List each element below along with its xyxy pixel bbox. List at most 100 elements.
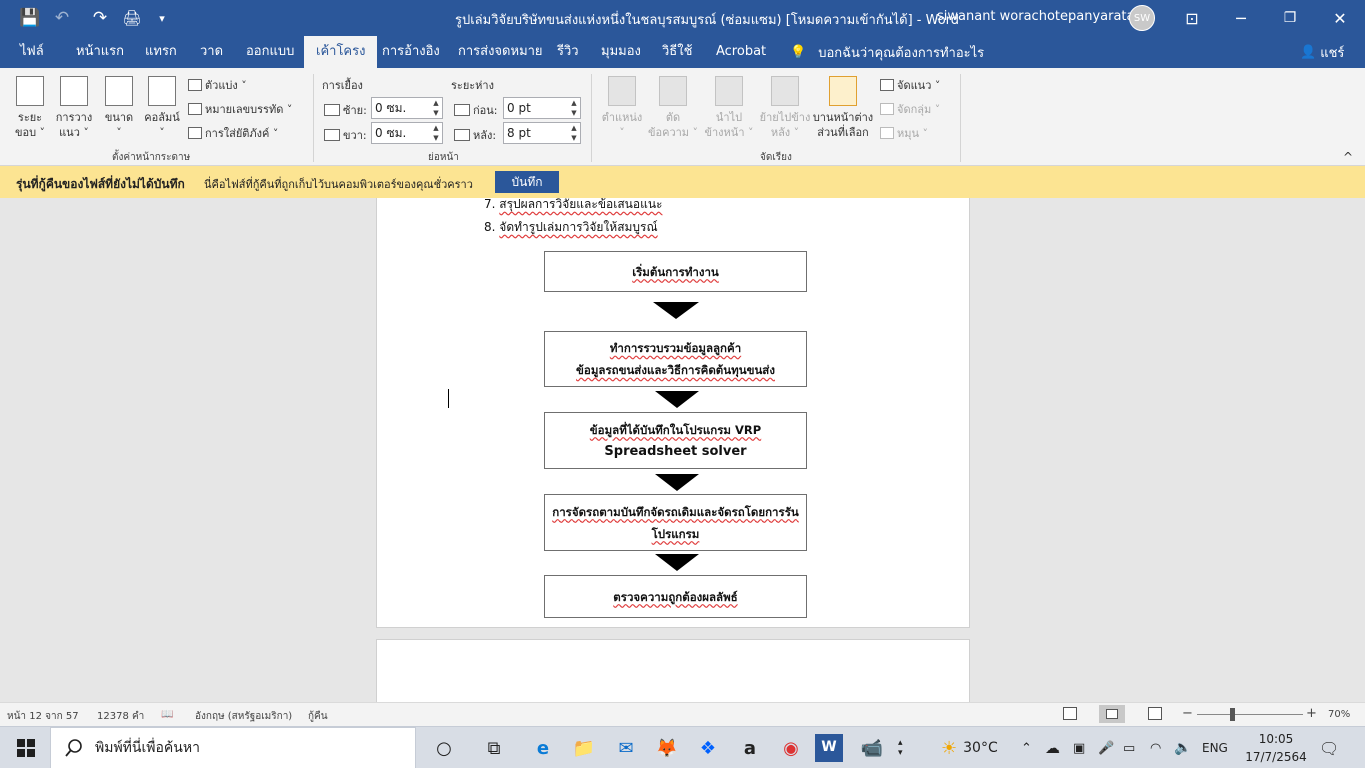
page-setup-group-label: ตั้งค่าหน้ากระดาษ [112, 152, 191, 163]
input-language[interactable]: ENG [1202, 727, 1228, 768]
flowchart-box-start[interactable]: เริ่มต้นการทำงาน [544, 251, 807, 292]
document-page[interactable]: 7. สรุปผลการวิจัยและข้อเสนอแนะ 8. จัดทำร… [376, 198, 970, 628]
wrap-text-button[interactable]: ตัด ข้อความ ˅ [646, 76, 700, 140]
rotate-button[interactable]: หมุน ˅ [880, 124, 928, 142]
tab-design[interactable]: ออกแบบ [246, 36, 294, 68]
tray-overflow-icon[interactable]: ▴ ▾ [898, 727, 903, 768]
read-mode-icon[interactable] [1063, 707, 1077, 720]
align-button[interactable]: จัดแนว ˅ [880, 76, 940, 94]
flowchart-box-routing[interactable]: การจัดรถตามบันทึกจัดรถเดิมและจัดรถโดยการ… [544, 494, 807, 551]
clock[interactable]: 10:05 17/7/2564 [1236, 730, 1316, 766]
rotate-icon [880, 127, 894, 139]
show-hidden-icons[interactable]: ⌃ [1021, 727, 1032, 768]
notification-icon[interactable]: 🗨 [1319, 727, 1339, 768]
ribbon-display-options-icon[interactable]: ⊡ [1169, 0, 1215, 36]
customize-qat-icon[interactable]: ▾ [152, 0, 172, 36]
spacing-before-field[interactable]: 0 pt ▲ ▼ [503, 97, 581, 119]
zoom-level[interactable]: 70% [1328, 709, 1350, 720]
tab-references[interactable]: การอ้างอิง [382, 36, 440, 68]
onedrive-icon[interactable]: ☁ [1045, 727, 1060, 768]
taskbar-search-box[interactable]: พิมพ์ที่นี่เพื่อค้นหา [50, 727, 416, 768]
wifi-icon[interactable]: ◠ [1150, 727, 1161, 768]
undo-icon[interactable]: ↶ [50, 0, 74, 36]
orientation-button[interactable]: การวาง แนว ˅ [54, 76, 94, 140]
web-layout-icon[interactable] [1148, 707, 1162, 720]
zoom-slider-track[interactable] [1197, 714, 1303, 715]
proofing-icon[interactable]: 📖 [161, 709, 173, 720]
tab-review[interactable]: รีวิว [557, 36, 579, 68]
weather-widget[interactable]: ☀ 30°C [941, 727, 998, 768]
word-count[interactable]: 12378 คำ [97, 709, 144, 724]
minimize-button[interactable]: ─ [1218, 0, 1264, 36]
indent-right-field[interactable]: 0 ซม. ▲ ▼ [371, 122, 443, 144]
word-taskbar-icon[interactable]: W [815, 734, 843, 762]
save-button[interactable]: บันทึก [495, 171, 559, 193]
ribbon-tabs: ไฟล์ หน้าแรก แทรก วาด ออกแบบ เค้าโครง กา… [0, 36, 1365, 68]
tab-view[interactable]: มุมมอง [601, 36, 641, 68]
zoom-in-button[interactable]: + [1306, 706, 1317, 721]
position-button[interactable]: ตำแหน่ง ˅ [600, 76, 644, 140]
save-icon[interactable]: 💾 [18, 0, 42, 36]
size-button[interactable]: ขนาด ˅ [102, 76, 136, 140]
windows-start-icon[interactable] [12, 734, 40, 762]
firefox-icon[interactable]: 🦊 [653, 734, 681, 762]
cortana-icon[interactable]: ○ [430, 734, 458, 762]
document-page-next[interactable] [376, 639, 970, 702]
file-explorer-icon[interactable]: 📁 [570, 734, 598, 762]
network-adapter-icon[interactable]: ▣ [1073, 727, 1085, 768]
selection-pane-button[interactable]: บานหน้าต่าง ส่วนที่เลือก [812, 76, 874, 140]
zoom-slider-thumb[interactable] [1230, 708, 1235, 721]
user-name[interactable]: siwanant worachotepanyaratana [937, 9, 1151, 24]
zoom-app-icon[interactable]: 📹 [858, 734, 886, 762]
battery-icon[interactable]: ▭ [1123, 727, 1135, 768]
tab-layout[interactable]: เค้าโครง [304, 36, 378, 68]
send-backward-button[interactable]: ย้ายไปข้าง หลัง ˅ [758, 76, 812, 140]
tab-file[interactable]: ไฟล์ [20, 36, 44, 68]
indent-left-label: ซ้าย: [324, 101, 367, 119]
flowchart-box-verify[interactable]: ตรวจความถูกต้องผลลัพธ์ [544, 575, 807, 618]
breaks-button[interactable]: ตัวแบ่ง ˅ [188, 76, 247, 94]
tab-draw[interactable]: วาด [200, 36, 223, 68]
amazon-icon[interactable]: a [736, 734, 764, 762]
language-indicator[interactable]: อังกฤษ (สหรัฐอเมริกา) [195, 709, 292, 724]
mail-icon[interactable]: ✉ [612, 734, 640, 762]
volume-icon[interactable]: 🔈 [1174, 727, 1191, 768]
search-icon [65, 739, 82, 757]
columns-button[interactable]: คอลัมน์ ˅ [142, 76, 182, 140]
page-count[interactable]: หน้า 12 จาก 57 [7, 709, 79, 724]
indent-left-field[interactable]: 0 ซม. ▲ ▼ [371, 97, 443, 119]
flowchart-box-vrp[interactable]: ข้อมูลที่ได้บันทึกในโปรแกรม VRP Spreadsh… [544, 412, 807, 469]
collapse-ribbon-icon[interactable]: ^ [1343, 150, 1353, 164]
tab-mailings[interactable]: การส่งจดหมาย [458, 36, 543, 68]
margins-button[interactable]: ระยะ ขอบ ˅ [12, 76, 48, 140]
hyphenation-icon [188, 127, 202, 139]
align-icon [880, 79, 894, 91]
flowchart-box-collect[interactable]: ทำการรวบรวมข้อมูลลูกค้า ข้อมูลรถขนส่งและ… [544, 331, 807, 387]
document-canvas[interactable]: 7. สรุปผลการวิจัยและข้อเสนอแนะ 8. จัดทำร… [0, 198, 1365, 702]
tell-me-search[interactable]: 💡 บอกฉันว่าคุณต้องการทำอะไร [790, 36, 984, 68]
tab-insert[interactable]: แทรก [145, 36, 177, 68]
avatar[interactable]: SW [1129, 5, 1155, 31]
close-button[interactable]: ✕ [1317, 0, 1363, 36]
spacing-before-label: ก่อน: [454, 101, 498, 119]
tab-help[interactable]: วิธีใช้ [662, 36, 692, 68]
tab-acrobat[interactable]: Acrobat [716, 36, 766, 68]
hyphenation-label: การใส่ยัติภังค์ ˅ [205, 127, 279, 140]
recovery-message-bar: รุ่นที่กู้คืนของไฟส์ที่ยังไม่ได้บันทึก น… [0, 166, 1365, 198]
print-preview-icon[interactable]: 🖨 [120, 0, 144, 36]
chrome-icon[interactable]: ◉ [777, 734, 805, 762]
group-button[interactable]: จัดกลุ่ม ˅ [880, 100, 940, 118]
share-button[interactable]: 👤 แชร์ [1300, 36, 1344, 68]
redo-icon[interactable]: ↷ [88, 0, 112, 36]
microphone-icon[interactable]: 🎤 [1098, 727, 1114, 768]
task-view-icon[interactable]: ⧉ [480, 734, 508, 762]
spacing-after-field[interactable]: 8 pt ▲ ▼ [503, 122, 581, 144]
dropbox-icon[interactable]: ❖ [694, 734, 722, 762]
tab-home[interactable]: หน้าแรก [76, 36, 124, 68]
maximize-button[interactable]: ❐ [1267, 0, 1313, 36]
zoom-out-button[interactable]: − [1182, 706, 1193, 721]
edge-icon[interactable]: e [529, 734, 557, 762]
line-numbers-button[interactable]: หมายเลขบรรทัด ˅ [188, 100, 292, 118]
bring-forward-button[interactable]: นำไป ข้างหน้า ˅ [702, 76, 756, 140]
hyphenation-button[interactable]: การใส่ยัติภังค์ ˅ [188, 124, 278, 142]
